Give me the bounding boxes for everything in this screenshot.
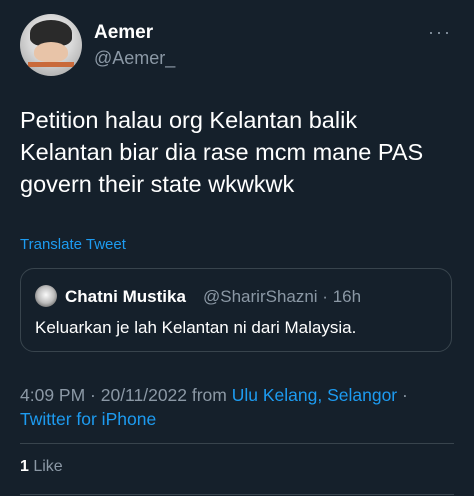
quoted-author-avatar — [35, 285, 57, 307]
author-name[interactable]: Aemer — [94, 22, 153, 44]
quoted-tweet[interactable]: Chatni Mustika @SharirShazni · 16h Kelua… — [20, 268, 452, 352]
tweet-text: Petition halau org Kelantan balik Kelant… — [20, 107, 424, 197]
like-count: 1 — [20, 458, 29, 475]
tweet-header: Aemer @Aemer_ ··· — [20, 14, 460, 78]
avatar-face — [34, 42, 68, 62]
tweet-client-link[interactable]: Twitter for iPhone — [20, 409, 156, 429]
divider — [20, 443, 454, 444]
tweet-metadata: 4:09 PM · 20/11/2022 from Ulu Kelang, Se… — [20, 383, 460, 431]
bottom-divider — [20, 494, 454, 495]
quoted-author-handle: @SharirShazni · 16h — [203, 287, 362, 306]
quoted-tweet-text: Keluarkan je lah Kelantan ni dari Malays… — [35, 318, 357, 337]
more-dots-icon[interactable]: ··· — [428, 22, 452, 43]
author-avatar[interactable] — [20, 14, 82, 76]
tweet-location-link[interactable]: Ulu Kelang, Selangor — [232, 385, 397, 405]
like-label: Like — [28, 458, 63, 475]
avatar-stripe — [28, 62, 74, 67]
likes-summary[interactable]: 1 Like — [20, 458, 63, 476]
translate-tweet-link[interactable]: Translate Tweet — [20, 236, 126, 253]
quoted-author-name: Chatni Mustika — [65, 287, 186, 306]
author-handle[interactable]: @Aemer_ — [94, 48, 175, 69]
meta-separator: · — [397, 385, 408, 405]
tweet-timestamp[interactable]: 4:09 PM · 20/11/2022 from — [20, 385, 232, 405]
